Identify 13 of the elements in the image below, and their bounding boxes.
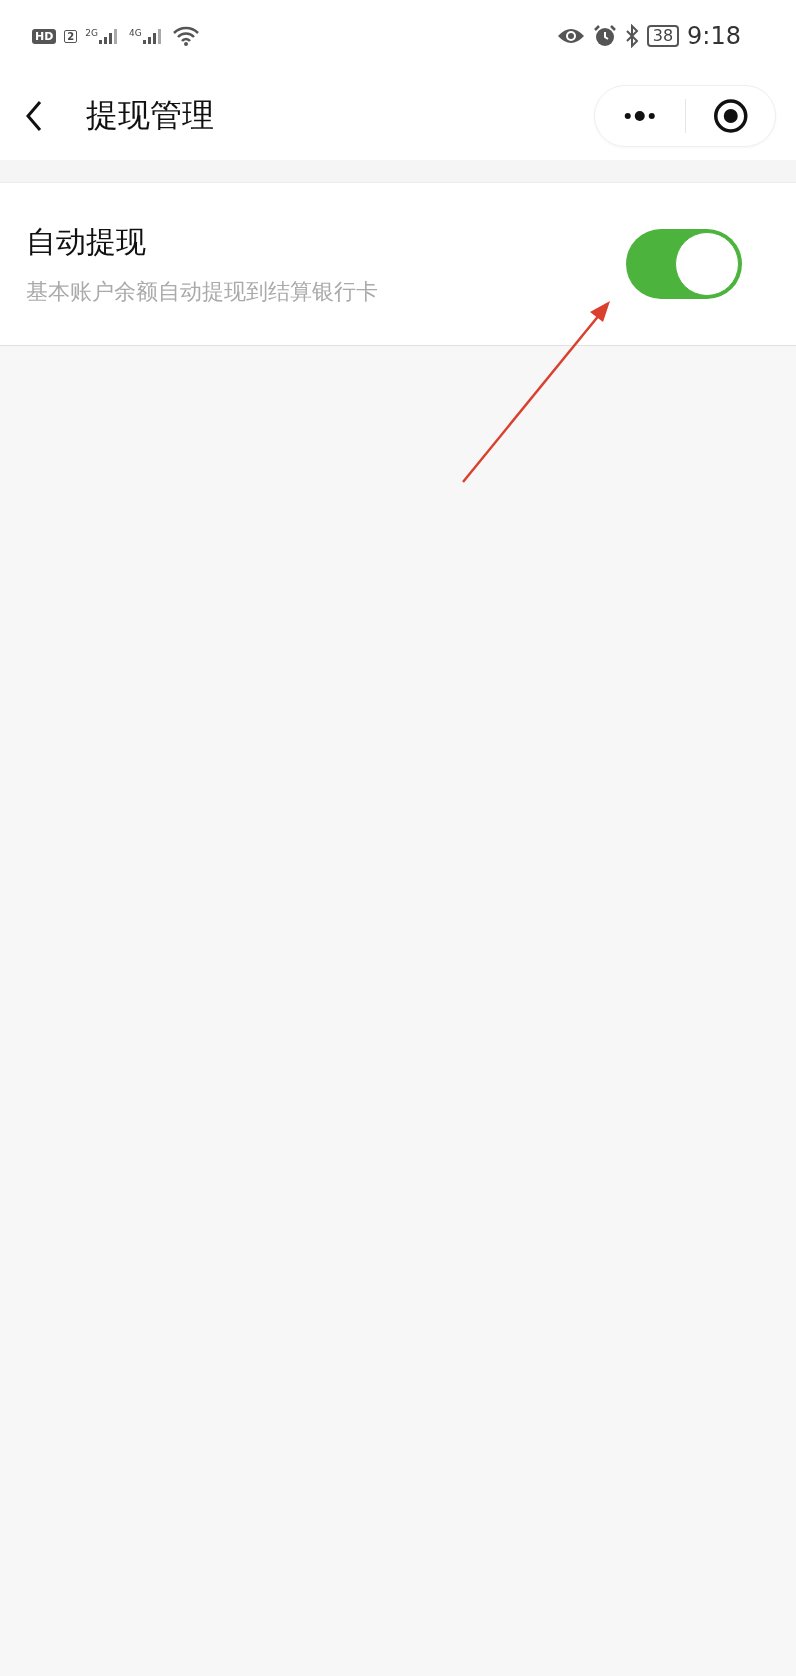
hd-badge: HD [32, 28, 57, 44]
bluetooth-icon [624, 24, 639, 48]
setting-title: 自动提现 [26, 222, 147, 261]
eye-icon [556, 27, 585, 45]
network-label: 2G [85, 28, 98, 38]
network-label: 4G [129, 28, 142, 38]
sim-badge: 2 [64, 29, 78, 43]
battery-indicator: 38 [646, 25, 680, 47]
page-title: 提现管理 [86, 95, 215, 136]
wifi-icon [172, 26, 199, 46]
alarm-icon [592, 24, 617, 48]
setting-description: 基本账户余额自动提现到结算银行卡 [26, 277, 379, 306]
clock-time: 9:18 [687, 22, 741, 50]
